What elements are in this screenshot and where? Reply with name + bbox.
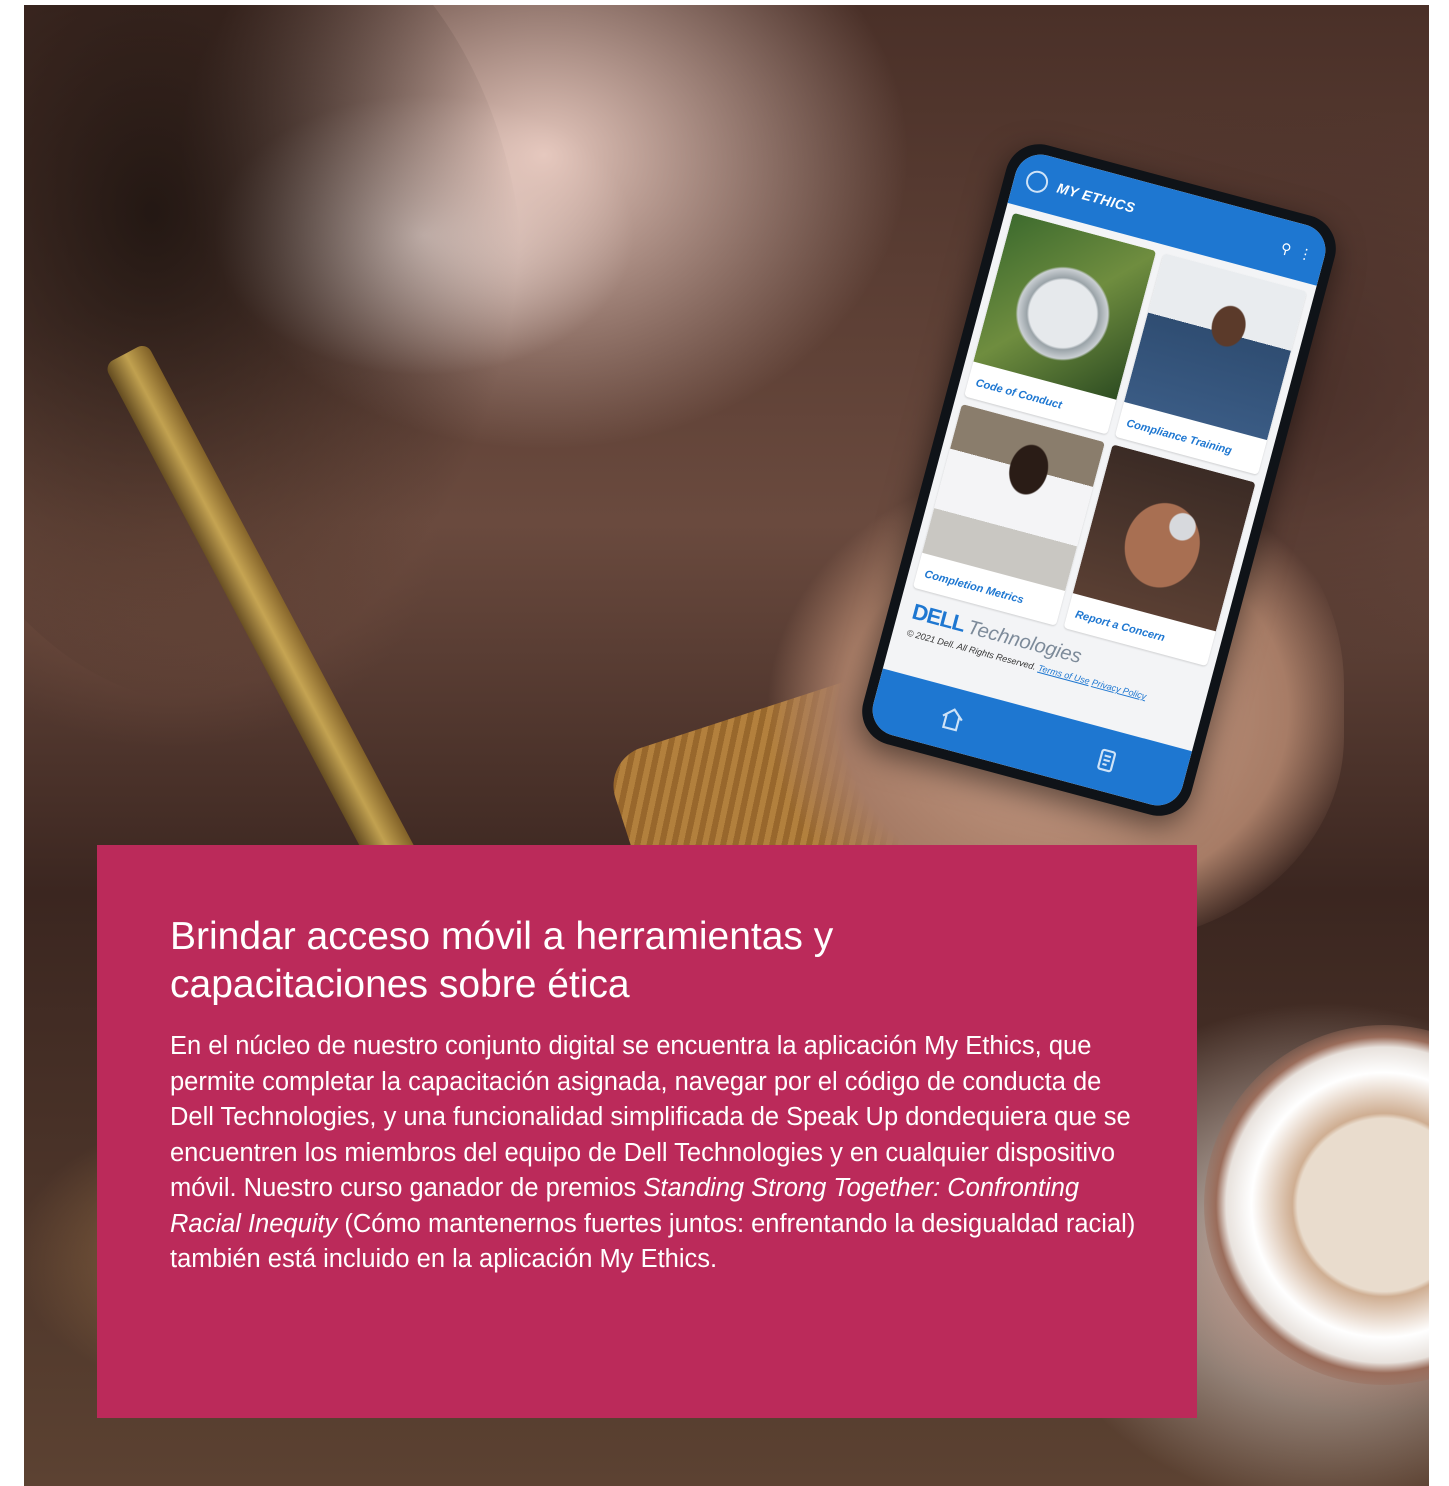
document-icon[interactable] — [1091, 745, 1123, 777]
hands-with-phone-image — [1072, 444, 1256, 632]
home-icon[interactable] — [936, 703, 968, 735]
man-at-laptop-image — [1124, 253, 1307, 441]
feature-text-panel: Brindar acceso móvil a herramientas y ca… — [97, 845, 1197, 1418]
compass-image — [973, 212, 1157, 400]
search-icon[interactable]: ⚲ — [1279, 239, 1293, 258]
feature-headline: Brindar acceso móvil a herramientas y ca… — [170, 915, 834, 1006]
app-logo-icon — [1023, 168, 1051, 196]
feature-body: En el núcleo de nuestro conjunto digital… — [170, 1029, 1145, 1278]
woman-at-desk-image — [922, 403, 1105, 592]
more-vert-icon[interactable]: ⋮ — [1297, 244, 1315, 264]
